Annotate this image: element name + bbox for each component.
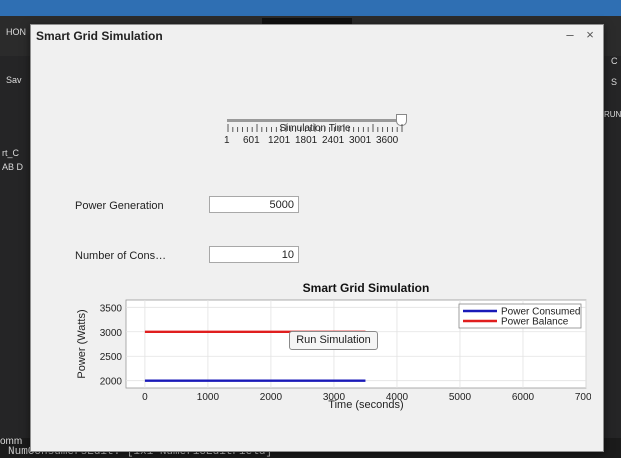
window-titlebar[interactable]: Smart Grid Simulation – × (31, 25, 603, 47)
x-tick-label: 0 (142, 392, 148, 403)
y-tick-label: 2500 (100, 352, 123, 363)
close-button[interactable]: × (583, 27, 597, 42)
y-axis-label: Power (Watts) (76, 309, 88, 378)
slider-tick-label: 1801 (295, 135, 318, 146)
legend-label: Power Balance (501, 317, 569, 328)
y-tick-label: 3500 (100, 303, 123, 314)
x-tick-label: 5000 (449, 392, 472, 403)
bg-label: S (611, 77, 618, 87)
slider-tick-label: 3001 (349, 135, 372, 146)
background-titlebar (0, 0, 621, 16)
bg-label: rt_C (2, 148, 20, 158)
slider-tick-label: 601 (243, 135, 260, 146)
x-tick-label: 2000 (260, 392, 283, 403)
run-simulation-button[interactable]: Run Simulation (289, 331, 378, 350)
app-window: Smart Grid Simulation – × Simulation Tim… (30, 24, 604, 452)
y-tick-label: 2000 (100, 377, 123, 388)
slider-track[interactable] (227, 119, 403, 122)
bg-label: C (611, 56, 618, 66)
bg-label: RUN (604, 110, 621, 119)
slider-label: Simulation Time (279, 123, 351, 134)
num-consumers-label: Number of Cons… (75, 250, 167, 262)
bg-label: HON (6, 27, 26, 37)
window-title: Smart Grid Simulation (36, 29, 163, 43)
minimize-button[interactable]: – (563, 27, 577, 42)
bg-label: Sav (6, 75, 22, 85)
num-consumers-field[interactable]: 10 (209, 246, 299, 263)
x-tick-label: 6000 (512, 392, 535, 403)
background-left-panel (0, 56, 30, 458)
slider-tick-label: 1 (224, 135, 230, 146)
power-generation-field[interactable]: 5000 (209, 196, 299, 213)
slider-tick-label: 3600 (376, 135, 399, 146)
x-axis-label: Time (seconds) (328, 399, 403, 411)
power-generation-label: Power Generation (75, 200, 164, 212)
slider-tick-label: 2401 (322, 135, 345, 146)
bg-label: AB D (2, 162, 24, 172)
x-tick-label: 7000 (575, 392, 591, 403)
x-tick-label: 1000 (197, 392, 220, 403)
chart-title: Smart Grid Simulation (303, 281, 430, 295)
y-tick-label: 3000 (100, 328, 123, 339)
slider-tick-label: 1201 (268, 135, 291, 146)
